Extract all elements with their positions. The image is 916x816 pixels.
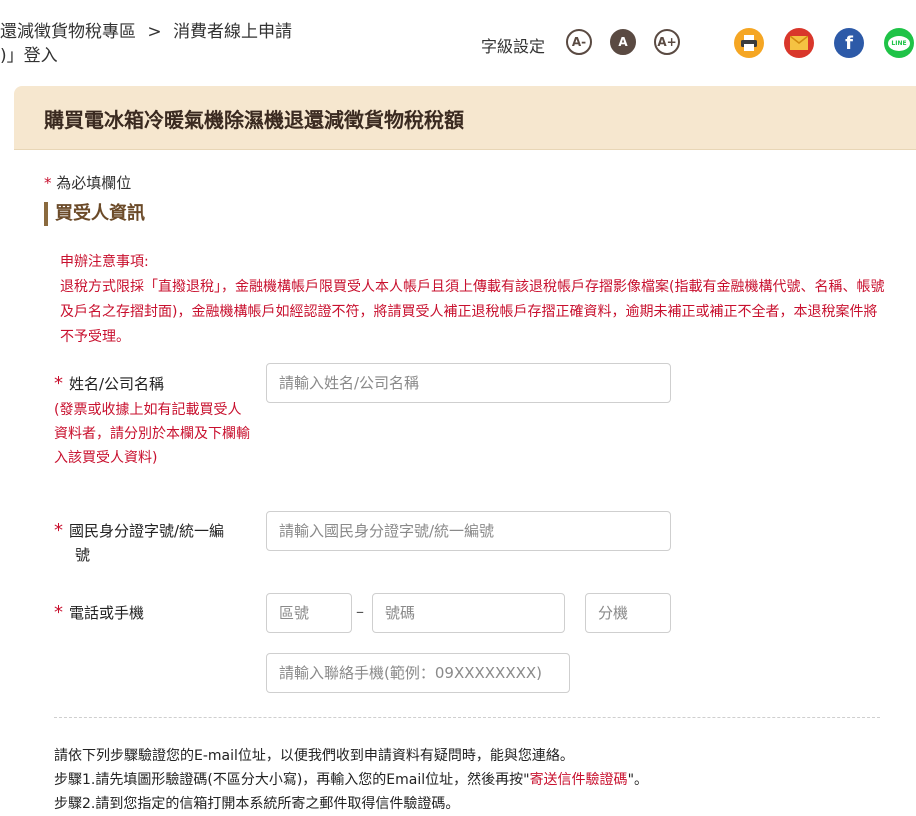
breadcrumb-separator: > xyxy=(147,22,162,42)
id-label: * 國民身分證字號/統一編 xyxy=(54,519,224,543)
required-note-text: 為必填欄位 xyxy=(56,174,132,192)
notice: 申辦注意事項: 退稅方式限採「直撥退稅」，金融機構帳戶限買受人本人帳戶且須上傳載… xyxy=(60,250,890,350)
line-icon-label: LINE xyxy=(888,35,910,51)
line-icon[interactable]: LINE xyxy=(884,28,914,58)
email-info-step1: 步驟1.請先填圖形驗證碼(不區分大小寫)，再輸入您的Email位址，然後再按" xyxy=(54,772,530,788)
required-star: * xyxy=(54,602,63,623)
section-title: 買受人資訊 xyxy=(44,202,145,226)
notice-title: 申辦注意事項: xyxy=(60,254,149,270)
notice-body: 退稅方式限採「直撥退稅」，金融機構帳戶限買受人本人帳戶且須上傳載有該退稅帳戶存摺… xyxy=(60,279,885,345)
name-hint: (發票或收據上如有記載買受人資料者，請分別於本欄及下欄輸入該買受人資料) xyxy=(54,402,250,466)
required-note: * 為必填欄位 xyxy=(44,172,131,193)
divider xyxy=(54,717,880,718)
facebook-icon[interactable]: f xyxy=(834,28,864,58)
required-star: * xyxy=(54,520,63,541)
name-label-text: 姓名/公司名稱 xyxy=(69,375,165,393)
phone-dash: – xyxy=(356,602,364,621)
id-number-input[interactable] xyxy=(266,511,671,551)
font-small-button[interactable]: A- xyxy=(566,29,592,55)
breadcrumb-current: 消費者線上申請 xyxy=(173,22,293,42)
id-label-text: 國民身分證字號/統一編 xyxy=(69,522,225,540)
name-input[interactable] xyxy=(266,363,671,403)
breadcrumb-line2: )」登入 xyxy=(0,46,58,66)
font-medium-button[interactable]: A xyxy=(610,29,636,55)
send-code-link[interactable]: 寄送信件驗證碼 xyxy=(530,772,628,788)
phone-label: * 電話或手機 xyxy=(54,601,144,625)
print-icon[interactable] xyxy=(734,28,764,58)
required-star: * xyxy=(54,373,63,394)
id-label-line2: 號 xyxy=(75,546,91,564)
phone-label-text: 電話或手機 xyxy=(69,604,145,622)
email-info-line3: 步驟2.請到您指定的信箱打開本系統所寄之郵件取得信件驗證碼。 xyxy=(54,796,460,812)
email-info-line1: 請依下列步驟驗證您的E-mail位址，以便我們收到申請資料有疑問時，能與您連絡。 xyxy=(54,748,574,764)
breadcrumb-link-category[interactable]: 還減徵貨物稅專區 xyxy=(0,22,136,42)
area-code-input[interactable] xyxy=(266,593,352,633)
extension-input[interactable] xyxy=(585,593,671,633)
font-large-button[interactable]: A+ xyxy=(654,29,680,55)
phone-number-input[interactable] xyxy=(372,593,565,633)
required-star: * xyxy=(44,174,52,192)
page-title: 購買電冰箱冷暖氣機除濕機退還減徵貨物稅稅額 xyxy=(44,108,464,132)
name-label: * 姓名/公司名稱 xyxy=(54,372,164,396)
email-info-line2: 步驟1.請先填圖形驗證碼(不區分大小寫)，再輸入您的Email位址，然後再按"寄… xyxy=(54,768,648,792)
email-info-step1-end: "。 xyxy=(627,772,649,788)
email-icon[interactable] xyxy=(784,28,814,58)
mobile-input[interactable] xyxy=(266,653,570,693)
breadcrumb: 還減徵貨物稅專區 > 消費者線上申請 xyxy=(0,20,292,44)
font-size-label: 字級設定 xyxy=(481,37,546,56)
